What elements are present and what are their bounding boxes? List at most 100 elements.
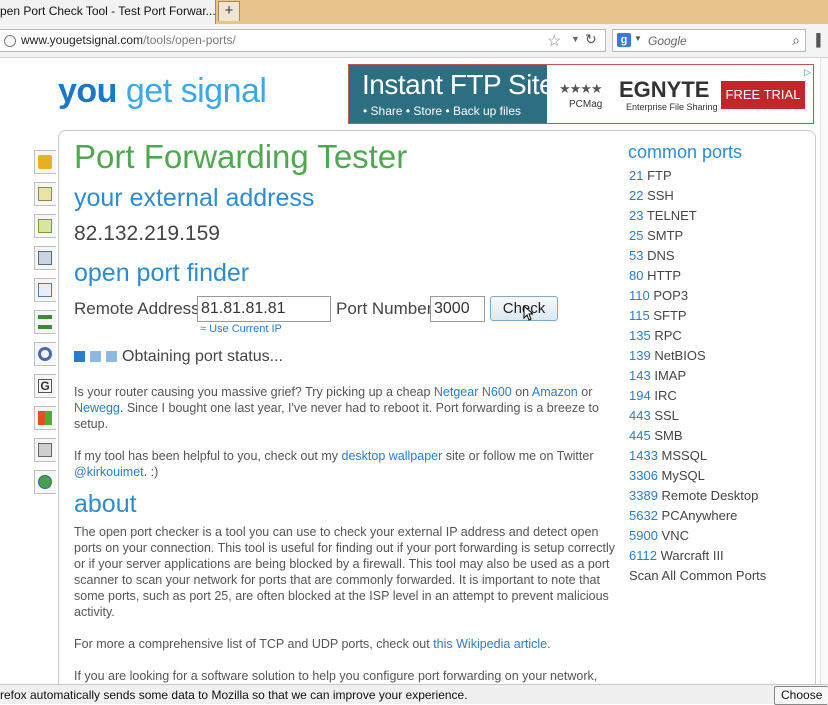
use-current-ip-link[interactable]: ≈ Use Current IP (200, 323, 282, 335)
progress-square-3 (106, 351, 117, 362)
ad-ftp-panel: Instant FTP Site • Share • Store • Back … (349, 65, 555, 123)
globe-icon (38, 475, 52, 489)
twitter-link[interactable]: @kirkouimet (74, 465, 144, 479)
port-finder-heading: open port finder (74, 259, 250, 287)
about-heading: about (74, 490, 137, 518)
bookmark-star-icon[interactable]: ☆ (547, 31, 561, 51)
amazon-link[interactable]: Amazon (532, 385, 578, 399)
netgear-link[interactable]: Netgear N600 (434, 385, 512, 399)
navigation-bar: www.yougetsignal.com/tools/open-ports/ ☆… (0, 24, 828, 58)
globe-icon (4, 35, 16, 47)
port-item[interactable]: 22 SSH (629, 188, 766, 208)
port-item[interactable]: 23 TELNET (629, 208, 766, 228)
google-icon: G (38, 379, 52, 393)
port-item[interactable]: 80 HTTP (629, 268, 766, 288)
sidebar-item-server[interactable] (34, 246, 56, 270)
image-icon (38, 219, 52, 233)
status-text: Obtaining port status... (122, 348, 283, 365)
port-number-label: Port Number (336, 299, 433, 318)
ad-brand: EGNYTE (619, 77, 710, 102)
wikipedia-link[interactable]: this Wikipedia article (433, 637, 547, 651)
router-paragraph: Is your router causing you massive grief… (74, 385, 599, 431)
new-tab-button[interactable]: + (218, 1, 240, 21)
port-item[interactable]: 25 SMTP (629, 228, 766, 248)
engine-dropdown-icon[interactable]: ▼ (634, 34, 642, 43)
document-icon (38, 187, 52, 201)
common-ports-list: 21 FTP 22 SSH 23 TELNET 25 SMTP 53 DNS 8… (629, 168, 766, 588)
reload-icon[interactable]: ↻ (585, 31, 597, 48)
ad-subtitle: • Share • Store • Back up files (363, 104, 522, 118)
port-item[interactable]: 5632 PCAnywhere (629, 508, 766, 528)
mail-icon (38, 283, 52, 297)
tool-sidebar: G (34, 150, 58, 502)
progress-square-2 (90, 351, 101, 362)
sidebar-item-target[interactable] (34, 342, 56, 366)
target-icon (38, 347, 52, 361)
port-item[interactable]: 139 NetBIOS (629, 348, 766, 368)
common-ports-heading: common ports (628, 142, 743, 162)
tab-strip: pen Port Check Tool - Test Port Forwar..… (0, 0, 828, 24)
sidebar-item-document[interactable] (34, 182, 56, 206)
port-item[interactable]: 6112 Warcraft III (629, 548, 766, 568)
free-trial-button[interactable]: FREE TRIAL (721, 81, 805, 109)
adchoices-icon[interactable]: ▷ (804, 67, 811, 78)
google-engine-icon[interactable]: g (617, 33, 631, 47)
url-text: www.yougetsignal.com/tools/open-ports/ (21, 33, 236, 47)
ad-rating-stars: ★★★★ (559, 81, 603, 96)
scrollbar[interactable] (820, 58, 828, 684)
port-item[interactable]: 1433 MSSQL (629, 448, 766, 468)
port-item[interactable]: 5900 VNC (629, 528, 766, 548)
history-dropdown-icon[interactable]: ▼ (571, 34, 580, 44)
port-item[interactable]: 443 SSL (629, 408, 766, 428)
sidebar-item-windows[interactable] (34, 406, 56, 430)
port-item[interactable]: 110 POP3 (629, 288, 766, 308)
port-item[interactable]: 3389 Remote Desktop (629, 488, 766, 508)
port-item[interactable]: 445 SMB (629, 428, 766, 448)
address-bar[interactable]: www.yougetsignal.com/tools/open-ports/ ☆… (0, 29, 606, 52)
sidebar-item-network[interactable] (34, 310, 56, 334)
url-domain: www.yougetsignal.com (21, 33, 144, 47)
choose-button[interactable]: Choose (774, 686, 828, 705)
port-item[interactable]: 21 FTP (629, 168, 766, 188)
mouse-cursor-icon (523, 305, 533, 321)
server-icon (38, 251, 52, 265)
site-logo[interactable]: you get signal (58, 72, 267, 111)
port-item[interactable]: 115 SFTP (629, 308, 766, 328)
overflow-icon[interactable]: ▐ (812, 33, 828, 49)
search-bar[interactable]: g ▼ Google ⌕ (612, 29, 806, 52)
external-ip: 82.132.219.159 (74, 222, 220, 245)
sidebar-item-globe[interactable] (34, 470, 56, 494)
sidebar-item-image[interactable] (34, 214, 56, 238)
sidebar-item-lock[interactable] (34, 150, 56, 174)
progress-square-1 (74, 351, 85, 362)
sidebar-item-google[interactable]: G (34, 374, 56, 398)
network-icon (38, 315, 52, 329)
wallpaper-link[interactable]: desktop wallpaper (342, 449, 443, 463)
helpful-paragraph: If my tool has been helpful to you, chec… (74, 449, 594, 479)
remote-address-input[interactable]: 81.81.81.81 (197, 296, 331, 322)
lock-icon (38, 155, 52, 169)
port-item[interactable]: 143 IMAP (629, 368, 766, 388)
ad-title: Instant FTP Site (362, 69, 555, 100)
sidebar-item-mail[interactable] (34, 278, 56, 302)
search-icon[interactable]: ⌕ (792, 32, 800, 49)
remote-address-label: Remote Address (74, 299, 200, 318)
port-item[interactable]: 3306 MySQL (629, 468, 766, 488)
port-item[interactable]: 53 DNS (629, 248, 766, 268)
sidebar-item-router[interactable] (34, 438, 56, 462)
port-item[interactable]: 194 IRC (629, 388, 766, 408)
page-title: Port Forwarding Tester (74, 138, 408, 175)
refresh-icon: ≈ (200, 323, 210, 335)
about-paragraph: The open port checker is a tool you can … (74, 525, 616, 619)
scan-all-ports-link[interactable]: Scan All Common Ports (629, 568, 766, 588)
web-page: you get signal Instant FTP Site • Share … (0, 58, 828, 684)
windows-icon (38, 411, 52, 425)
tab-open-port-check[interactable]: pen Port Check Tool - Test Port Forwar..… (0, 0, 216, 24)
ad-pcmag: PCMag (569, 99, 603, 110)
port-number-input[interactable]: 3000 (430, 296, 485, 322)
newegg-link[interactable]: Newegg (74, 401, 120, 415)
notification-text: refox automatically sends some data to M… (0, 688, 468, 702)
advertisement-banner[interactable]: Instant FTP Site • Share • Store • Back … (348, 64, 814, 124)
tab-title: pen Port Check Tool - Test Port Forwar..… (0, 4, 216, 18)
port-item[interactable]: 135 RPC (629, 328, 766, 348)
